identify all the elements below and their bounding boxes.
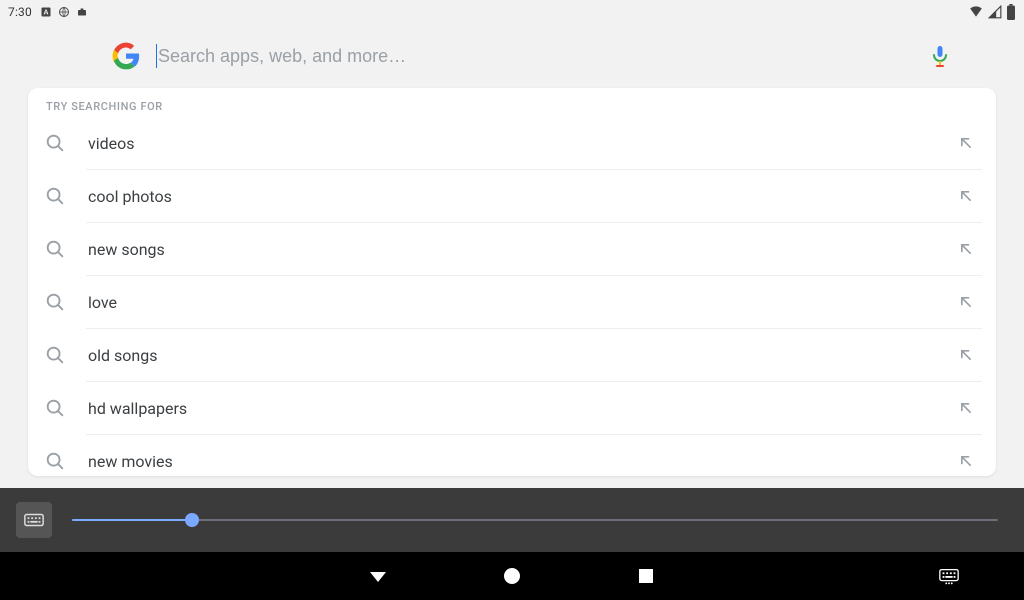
suggestion-label: cool photos [88, 187, 956, 206]
insert-arrow-icon[interactable] [956, 239, 976, 259]
nav-home-button[interactable] [500, 564, 524, 588]
suggestion-label: old songs [88, 346, 956, 365]
insert-arrow-icon[interactable] [956, 133, 976, 153]
suggestion-item[interactable]: new movies [28, 435, 996, 476]
suggestion-label: love [88, 293, 956, 312]
suggestion-item[interactable]: love [28, 276, 996, 328]
suggestions-card: TRY SEARCHING FOR videos cool photos new s… [28, 88, 996, 476]
nav-back-button[interactable] [366, 564, 390, 588]
suggestion-label: videos [88, 134, 956, 153]
suggestion-item[interactable]: cool photos [28, 170, 996, 222]
insert-arrow-icon[interactable] [956, 292, 976, 312]
suggestion-item[interactable]: new songs [28, 223, 996, 275]
cellular-icon [988, 5, 1002, 19]
suggestions-list: videos cool photos new songs love old songs h… [28, 117, 996, 476]
suggestion-item[interactable]: hd wallpapers [28, 382, 996, 434]
insert-arrow-icon[interactable] [956, 345, 976, 365]
status-globe-icon [58, 6, 70, 18]
insert-arrow-icon[interactable] [956, 398, 976, 418]
insert-arrow-icon[interactable] [956, 451, 976, 471]
status-app-icon-1: A [40, 6, 52, 18]
ime-switch-icon[interactable] [938, 565, 960, 587]
search-icon [44, 291, 66, 313]
search-icon [44, 450, 66, 472]
suggestion-label: new songs [88, 240, 956, 259]
search-icon [44, 132, 66, 154]
search-input[interactable] [158, 46, 928, 67]
insert-arrow-icon[interactable] [956, 186, 976, 206]
search-bar [112, 24, 1000, 88]
svg-text:A: A [43, 10, 48, 17]
status-clock: 7:30 [8, 5, 32, 19]
search-icon [44, 344, 66, 366]
navigation-bar [0, 552, 1024, 600]
suggestion-item[interactable]: old songs [28, 329, 996, 381]
wifi-icon [968, 5, 984, 19]
search-icon [44, 397, 66, 419]
text-caret [156, 44, 157, 68]
keyboard-toggle-button[interactable] [16, 502, 52, 538]
search-icon [44, 185, 66, 207]
suggestion-item[interactable]: videos [28, 117, 996, 169]
google-logo-icon [112, 42, 140, 70]
search-icon [44, 238, 66, 260]
keyboard-slider[interactable] [72, 510, 998, 530]
suggestions-header: TRY SEARCHING FOR [28, 88, 996, 117]
suggestion-label: new movies [88, 452, 956, 471]
battery-icon [1006, 4, 1016, 20]
suggestion-label: hd wallpapers [88, 399, 956, 418]
status-briefcase-icon [76, 6, 88, 18]
nav-recent-button[interactable] [634, 564, 658, 588]
status-bar: 7:30 A [0, 0, 1024, 24]
search-input-wrap[interactable] [156, 44, 928, 68]
keyboard-bar [0, 488, 1024, 552]
mic-icon[interactable] [928, 44, 952, 68]
